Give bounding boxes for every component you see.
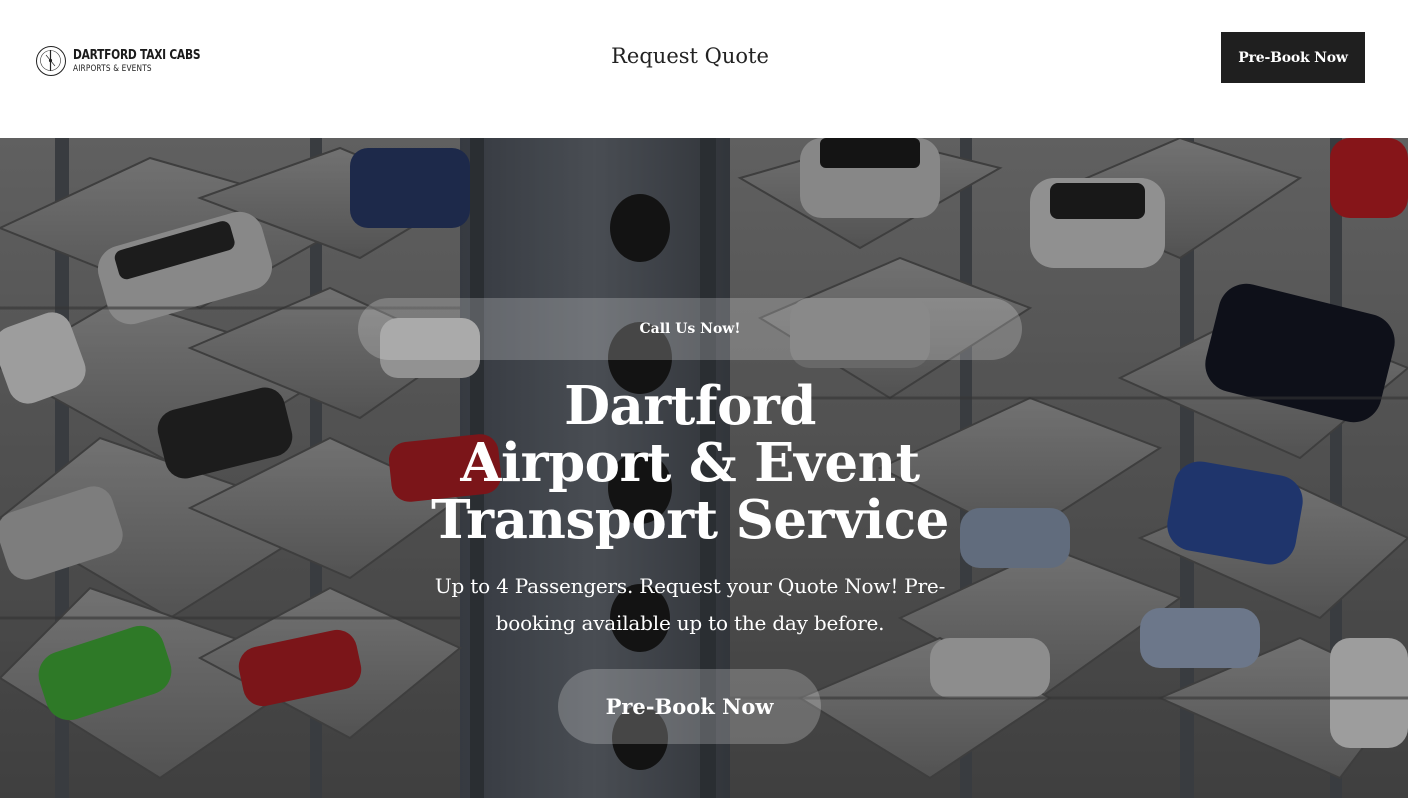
call-us-button[interactable]: Call Us Now! (358, 298, 1022, 360)
hero-title-line: Airport & Event (460, 432, 920, 494)
hero-pre-book-button[interactable]: Pre-Book Now (558, 669, 821, 744)
hero-section: Call Us Now! Dartford Airport & Event Tr… (0, 138, 1408, 798)
nav-request-quote: Request Quote (0, 44, 1380, 68)
hero-title-line: Dartford (564, 375, 816, 437)
hero-subtitle: Up to 4 Passengers. Request your Quote N… (434, 574, 946, 635)
header-pre-book-button[interactable]: Pre-Book Now (1221, 32, 1365, 83)
site-header: DARTFORD TAXI CABS AIRPORTS & EVENTS Req… (0, 0, 1408, 138)
hero-content: Call Us Now! Dartford Airport & Event Tr… (0, 138, 1408, 798)
nav-request-quote-link[interactable]: Request Quote (603, 40, 777, 72)
hero-title: Dartford Airport & Event Transport Servi… (0, 378, 1380, 549)
hero-title-line: Transport Service (431, 489, 949, 551)
